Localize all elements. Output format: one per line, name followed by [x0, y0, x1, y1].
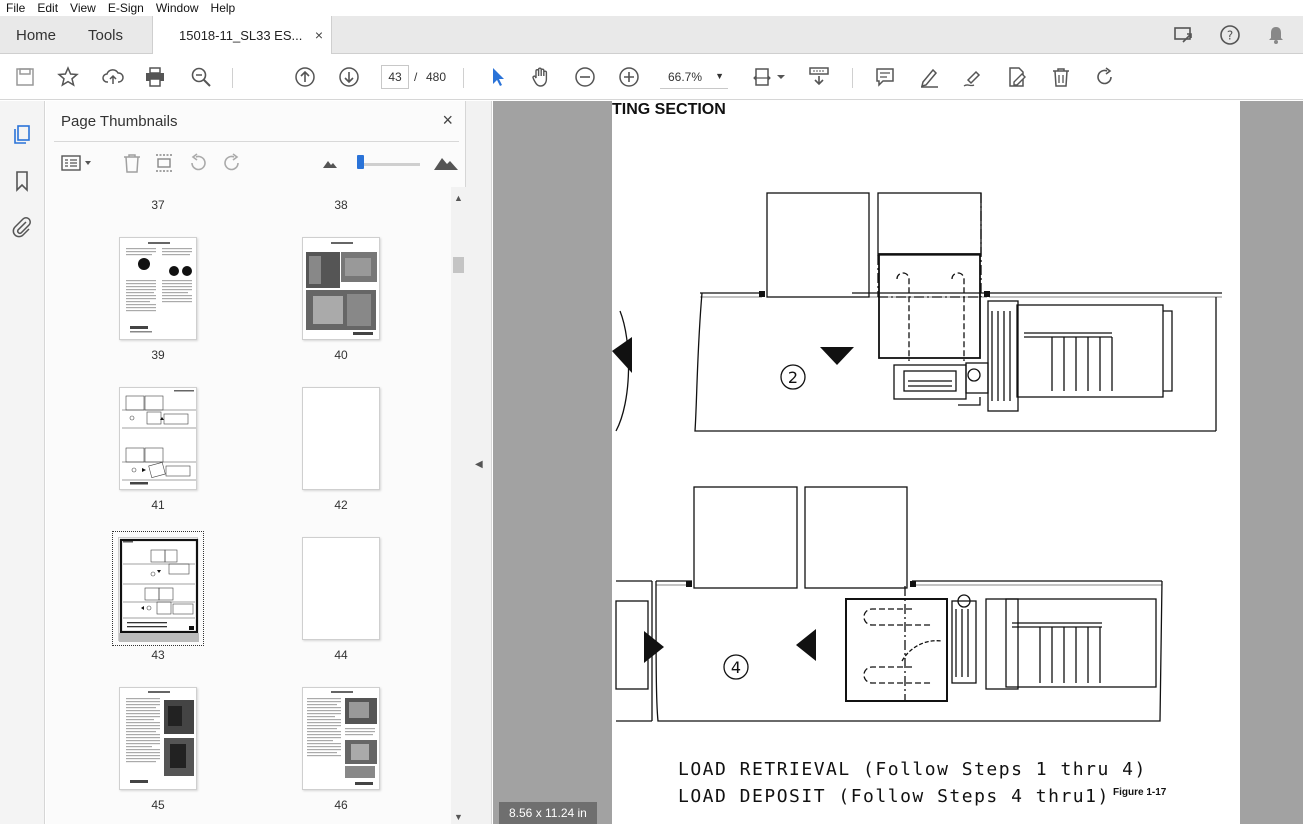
- document-viewport[interactable]: TING SECTION 2 4 LOAD RETRIEVAL (Follow …: [493, 101, 1303, 824]
- thumbnail-page[interactable]: [302, 387, 380, 490]
- thumbnail-list: 37 38 39 40 41 42 43 44 45 46: [46, 187, 451, 824]
- zoom-level-value: 66.7%: [668, 69, 703, 84]
- upload-cloud-icon[interactable]: [100, 64, 126, 90]
- page-number-input[interactable]: 43: [381, 65, 409, 89]
- attachments-paperclip-icon[interactable]: [10, 215, 34, 239]
- thumbnail-options-icon[interactable]: [60, 151, 96, 175]
- tab-bar: Home Tools 15018-11_SL33 ES... × ?: [0, 16, 1303, 55]
- document-page: TING SECTION 2 4 LOAD RETRIEVAL (Follow …: [612, 101, 1240, 824]
- toolbar-divider: [463, 68, 464, 88]
- shrink-thumbnails-icon[interactable]: [318, 151, 342, 175]
- delete-trash-icon[interactable]: [1048, 64, 1074, 90]
- step-marker-lower: 4: [731, 658, 741, 677]
- thumbnail-label: 41: [151, 498, 165, 512]
- thumbnail-label: 42: [334, 498, 348, 512]
- toolbar-divider: [852, 68, 853, 88]
- menu-edit[interactable]: Edit: [37, 1, 58, 15]
- menu-esign[interactable]: E-Sign: [108, 1, 144, 15]
- close-tab-icon[interactable]: ×: [315, 27, 323, 43]
- find-zoom-icon[interactable]: [188, 64, 214, 90]
- left-navigation-rail: [0, 101, 45, 824]
- thumbnail-label: 40: [334, 348, 348, 362]
- load-retrieval-caption: LOAD RETRIEVAL (Follow Steps 1 thru 4): [678, 759, 1147, 780]
- close-panel-icon[interactable]: ×: [442, 110, 453, 131]
- thumbnail-size-slider-track[interactable]: [358, 163, 420, 166]
- page-thumbnails-icon[interactable]: [10, 122, 34, 146]
- toolbar-divider: [232, 68, 233, 88]
- collapse-left-icon[interactable]: ◀: [475, 459, 483, 470]
- tab-home[interactable]: Home: [16, 16, 56, 54]
- thumbnail-page[interactable]: [119, 687, 197, 790]
- thumbnail-label: 45: [151, 798, 165, 812]
- draw-sign-icon[interactable]: [960, 64, 986, 90]
- step-marker-upper: 2: [788, 368, 798, 387]
- share-screen-icon[interactable]: [1171, 22, 1197, 48]
- load-deposit-caption: LOAD DEPOSIT (Follow Steps 4 thru1): [678, 786, 1110, 807]
- highlight-pen-icon[interactable]: [916, 64, 942, 90]
- scroll-mode-icon[interactable]: [806, 64, 832, 90]
- bookmarks-icon[interactable]: [10, 169, 34, 193]
- panel-divider: [54, 141, 459, 142]
- thumbnail-label: 44: [334, 648, 348, 662]
- thumbnail-label: 38: [334, 198, 348, 212]
- chevron-down-icon: ▼: [715, 71, 724, 81]
- tabbar-right-icons: ?: [1171, 22, 1289, 48]
- main-toolbar: 43 / 480 66.7% ▼: [0, 54, 1303, 100]
- page-size-badge: 8.56 x 11.24 in: [499, 802, 597, 824]
- menu-bar: File Edit View E-Sign Window Help: [0, 0, 1303, 16]
- comment-icon[interactable]: [872, 64, 898, 90]
- thumbnail-page[interactable]: [302, 687, 380, 790]
- print-icon[interactable]: [142, 64, 168, 90]
- zoom-out-icon[interactable]: [572, 64, 598, 90]
- save-icon[interactable]: [12, 64, 38, 90]
- rotate-right-icon[interactable]: [220, 151, 244, 175]
- page-thumbnails-panel: Page Thumbnails × 37 38 39 40 41 42 43 4…: [46, 101, 466, 824]
- page-separator: /: [414, 70, 418, 84]
- zoom-level-select[interactable]: 66.7% ▼: [660, 65, 728, 89]
- delete-pages-icon[interactable]: [120, 151, 144, 175]
- menu-help[interactable]: Help: [211, 1, 236, 15]
- total-pages: 480: [426, 70, 447, 84]
- hand-tool-icon[interactable]: [528, 64, 554, 90]
- page-fit-icon[interactable]: [752, 64, 788, 90]
- tab-document[interactable]: 15018-11_SL33 ES... ×: [152, 16, 332, 55]
- svg-text:?: ?: [1227, 29, 1233, 43]
- panel-collapse-handle[interactable]: ◀: [466, 101, 492, 824]
- thumbnail-label: 46: [334, 798, 348, 812]
- thumbnail-page[interactable]: [302, 237, 380, 340]
- help-icon[interactable]: ?: [1217, 22, 1243, 48]
- thumbnail-page[interactable]: [119, 237, 197, 340]
- tab-tools[interactable]: Tools: [88, 16, 123, 54]
- figure-label: Figure 1-17: [1113, 787, 1167, 798]
- thumbnail-label: 43: [151, 648, 165, 662]
- enlarge-thumbnails-icon[interactable]: [432, 151, 460, 175]
- bookmark-star-icon[interactable]: [55, 64, 81, 90]
- insert-pages-icon[interactable]: [152, 151, 176, 175]
- menu-view[interactable]: View: [70, 1, 96, 15]
- notification-bell-icon[interactable]: [1263, 22, 1289, 48]
- thumbnail-page[interactable]: [302, 537, 380, 640]
- scroll-up-icon[interactable]: ▲: [454, 193, 463, 203]
- scroll-down-icon[interactable]: ▼: [454, 812, 463, 822]
- rotate-left-icon[interactable]: [186, 151, 210, 175]
- zoom-in-icon[interactable]: [616, 64, 642, 90]
- thumbnail-label: 37: [151, 198, 165, 212]
- menu-window[interactable]: Window: [156, 1, 199, 15]
- warehouse-diagram: 2 4: [612, 192, 1222, 722]
- panel-title: Page Thumbnails: [61, 113, 178, 130]
- menu-file[interactable]: File: [6, 1, 25, 15]
- rotate-icon[interactable]: [1092, 64, 1118, 90]
- select-cursor-icon[interactable]: [485, 64, 511, 90]
- thumbnail-scrollbar[interactable]: ▲ ▼: [451, 187, 466, 824]
- next-page-icon[interactable]: [336, 64, 362, 90]
- tab-document-label: 15018-11_SL33 ES...: [179, 28, 303, 43]
- thumbnail-size-slider-handle[interactable]: [357, 155, 364, 169]
- edit-pdf-icon[interactable]: [1004, 64, 1030, 90]
- thumbnail-label: 39: [151, 348, 165, 362]
- previous-page-icon[interactable]: [292, 64, 318, 90]
- thumbnail-toolbar: [46, 149, 466, 179]
- thumbnail-page-selected[interactable]: [112, 531, 204, 646]
- scrollbar-thumb[interactable]: [453, 257, 464, 273]
- thumbnail-page[interactable]: [119, 387, 197, 490]
